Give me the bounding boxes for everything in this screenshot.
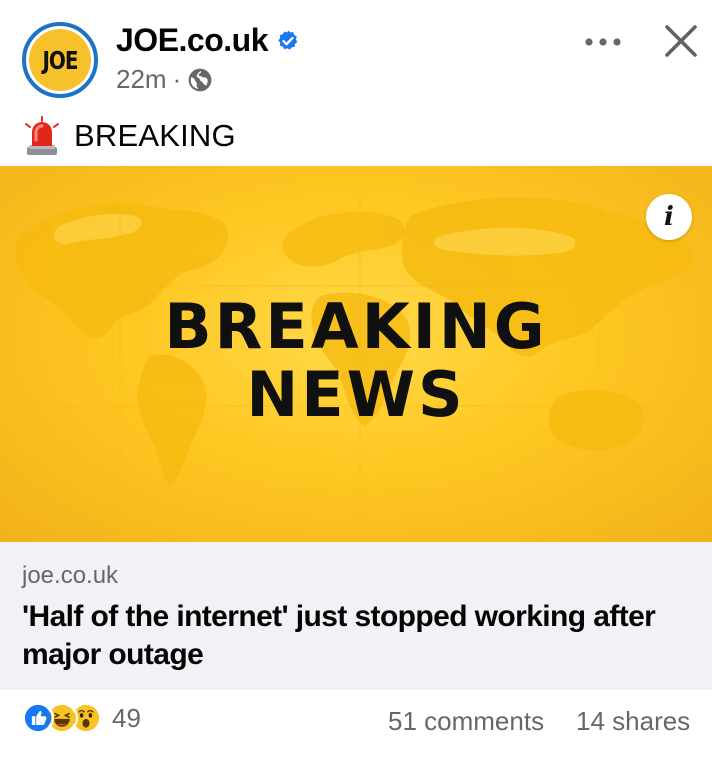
shares-link[interactable]: 14 shares xyxy=(576,706,690,737)
avatar-text: JOE xyxy=(42,45,78,75)
page-name-row: JOE.co.uk xyxy=(116,22,300,59)
more-options-icon xyxy=(585,38,621,46)
reaction-summary[interactable]: 49 xyxy=(22,702,141,734)
page-avatar[interactable]: JOE xyxy=(22,22,98,98)
page-name[interactable]: JOE.co.uk xyxy=(116,22,269,59)
post-meta: 22m · xyxy=(116,64,213,95)
info-button[interactable]: i xyxy=(646,194,692,240)
facebook-post: JOE JOE.co.uk 22m · BREAKING BREAKING NE… xyxy=(0,0,712,770)
article-image[interactable]: BREAKING NEWS xyxy=(0,166,712,542)
police-light-icon xyxy=(25,116,59,155)
link-domain: joe.co.uk xyxy=(22,562,119,589)
verified-badge-icon xyxy=(278,30,298,50)
close-icon xyxy=(665,25,697,57)
post-caption: BREAKING xyxy=(24,116,236,156)
info-icon: i xyxy=(664,202,674,232)
hero-headline-news: NEWS xyxy=(246,358,466,431)
close-button[interactable] xyxy=(658,18,704,64)
joe-logo: JOE xyxy=(29,29,91,91)
link-title[interactable]: 'Half of the internet' just stopped work… xyxy=(22,598,702,674)
hero-headline-breaking: BREAKING xyxy=(164,290,548,363)
globe-icon xyxy=(188,68,212,91)
caption-text: BREAKING xyxy=(74,118,236,153)
timestamp[interactable]: 22m xyxy=(116,64,167,95)
like-icon xyxy=(22,702,54,734)
comments-link[interactable]: 51 comments xyxy=(388,706,544,737)
meta-separator: · xyxy=(172,64,182,94)
more-options-button[interactable] xyxy=(578,22,628,62)
reaction-count: 49 xyxy=(112,702,141,733)
